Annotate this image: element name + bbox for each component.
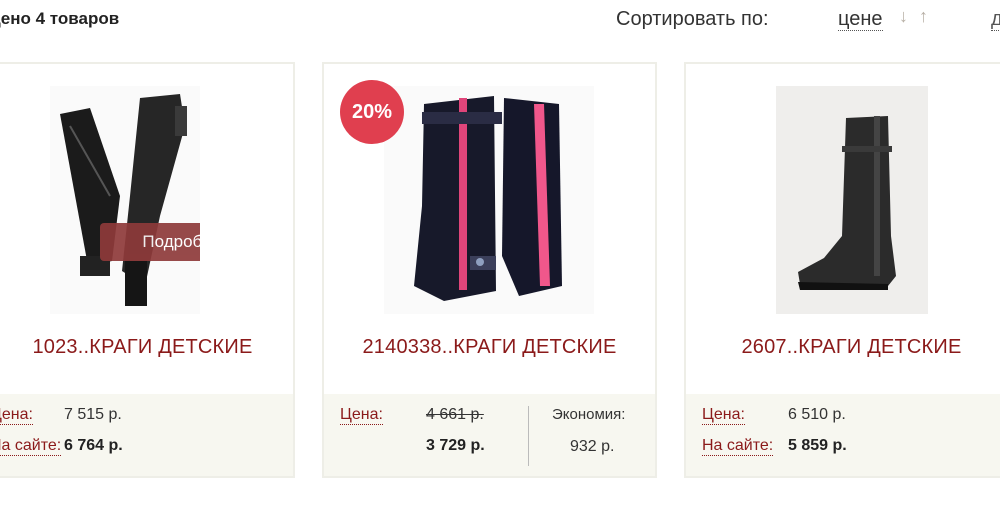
product-title[interactable]: 2140338..КРАГИ ДЕТСКИЕ xyxy=(324,336,655,359)
product-card[interactable]: 20% 2140338..КРАГИ ДЕТСКИЕ Цена: 4 661 р… xyxy=(322,62,657,478)
site-price-value: 5 859 р. xyxy=(788,437,847,454)
old-price: 4 661 р. xyxy=(426,406,484,423)
savings-value: 932 р. xyxy=(570,438,615,455)
results-count: дено 4 товаров xyxy=(0,9,120,28)
site-price-label: На сайте: xyxy=(0,437,62,456)
product-image[interactable]: Подробнее xyxy=(50,86,200,314)
product-title[interactable]: 2607..КРАГИ ДЕТСКИЕ xyxy=(686,336,1000,359)
divider xyxy=(528,406,529,466)
site-price-label: На сайте: xyxy=(702,437,774,456)
sort-label: Сортировать по: xyxy=(616,8,769,30)
new-price: 3 729 р. xyxy=(426,437,485,454)
price-value: 6 510 р. xyxy=(788,406,846,423)
price-label: Цена: xyxy=(0,406,33,425)
price-label: Цена: xyxy=(340,406,383,425)
savings-label: Экономия: xyxy=(552,406,626,423)
price-panel: Цена: 7 515 р. На сайте: 6 764 р. xyxy=(0,394,293,476)
discount-badge: 20% xyxy=(340,80,404,144)
price-label: Цена: xyxy=(702,406,745,425)
product-card[interactable]: Подробнее 1023..КРАГИ ДЕТСКИЕ Цена: 7 51… xyxy=(0,62,295,478)
price-value: 7 515 р. xyxy=(64,406,122,423)
site-price-value: 6 764 р. xyxy=(64,437,123,454)
price-panel: Цена: 6 510 р. На сайте: 5 859 р. xyxy=(686,394,1000,476)
sort-option-next-link[interactable]: д xyxy=(991,8,1000,31)
price-panel: Цена: 4 661 р. 3 729 р. Экономия: 932 р. xyxy=(324,394,655,476)
arrow-down-icon[interactable]: ↓ xyxy=(899,6,908,27)
sort-by-price-link[interactable]: цене xyxy=(838,8,883,31)
product-image[interactable] xyxy=(776,86,928,314)
product-title[interactable]: 1023..КРАГИ ДЕТСКИЕ xyxy=(0,336,293,359)
product-card[interactable]: 2607..КРАГИ ДЕТСКИЕ Цена: 6 510 р. На са… xyxy=(684,62,1000,478)
arrow-up-icon[interactable]: ↑ xyxy=(919,6,928,27)
more-details-button[interactable]: Подробнее xyxy=(100,223,200,261)
product-image[interactable] xyxy=(384,86,594,314)
